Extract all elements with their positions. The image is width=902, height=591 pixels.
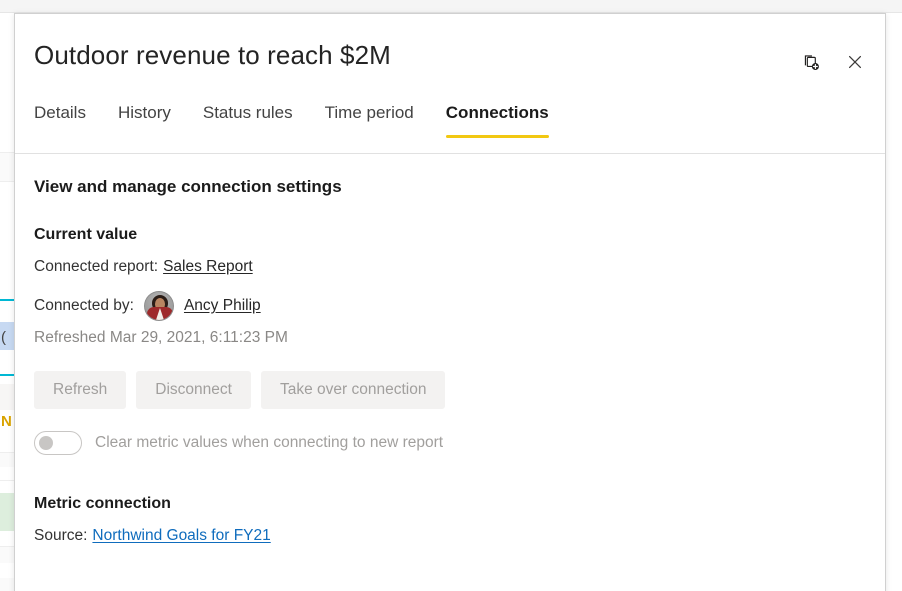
background-accent-rule [0,299,14,301]
clear-metric-values-toggle[interactable] [34,431,82,455]
dialog-body: View and manage connection settings Curr… [15,154,885,548]
disconnect-button[interactable]: Disconnect [136,371,251,409]
header-actions [795,46,871,78]
duplicate-icon[interactable] [795,46,827,78]
tab-details[interactable]: Details [34,102,102,138]
tab-label: Details [34,103,86,122]
background-divider [0,480,14,481]
background-highlight-row [0,493,14,531]
metric-connection-heading: Metric connection [34,493,866,514]
take-over-connection-button[interactable]: Take over connection [261,371,445,409]
screen: ( N Outdoor revenue to reach $2M [0,0,902,591]
tab-status-rules[interactable]: Status rules [187,102,309,138]
clear-metric-values-label: Clear metric values when connecting to n… [95,433,443,453]
current-value-heading: Current value [34,224,866,245]
connected-by-label: Connected by: [34,294,134,318]
background-row [0,153,14,181]
connected-report-row: Connected report: Sales Report [34,255,866,279]
source-row: Source: Northwind Goals for FY21 [34,524,866,548]
source-link[interactable]: Northwind Goals for FY21 [92,524,270,548]
background-text-fragment: N [1,414,12,429]
tab-list: Details History Status rules Time period… [34,102,565,138]
background-row [0,578,14,591]
background-topbar [0,0,902,13]
clear-metric-values-row: Clear metric values when connecting to n… [34,431,866,455]
dialog-header: Outdoor revenue to reach $2M [15,14,885,154]
tab-history[interactable]: History [102,102,187,138]
connection-actions: Refresh Disconnect Take over connection [34,371,866,409]
refreshed-timestamp: Refreshed Mar 29, 2021, 6:11:23 PM [34,327,866,349]
tab-connections[interactable]: Connections [430,102,565,138]
connected-by-row: Connected by: Ancy Philip [34,291,866,321]
tab-label: Status rules [203,103,293,122]
avatar [144,291,174,321]
connected-by-link[interactable]: Ancy Philip [184,294,261,318]
metric-connection-section: Metric connection Source: Northwind Goal… [34,493,866,548]
metric-details-dialog: Outdoor revenue to reach $2M [14,13,886,591]
refresh-button[interactable]: Refresh [34,371,126,409]
connected-report-label: Connected report: [34,255,158,279]
tab-label: Connections [446,103,549,122]
source-label: Source: [34,524,87,548]
toggle-knob [39,436,53,450]
page-title: Outdoor revenue to reach $2M [34,40,391,71]
background-text-fragment: ( [1,330,6,345]
tab-time-period[interactable]: Time period [309,102,430,138]
connected-report-link[interactable]: Sales Report [163,255,253,279]
tab-active-indicator [446,135,549,138]
background-row [0,182,14,242]
tab-label: Time period [325,103,414,122]
background-row [0,384,14,410]
background-accent-rule [0,374,14,376]
section-heading: View and manage connection settings [34,176,866,198]
close-icon[interactable] [839,46,871,78]
tab-label: History [118,103,171,122]
background-row [0,453,14,467]
background-row [0,547,14,563]
